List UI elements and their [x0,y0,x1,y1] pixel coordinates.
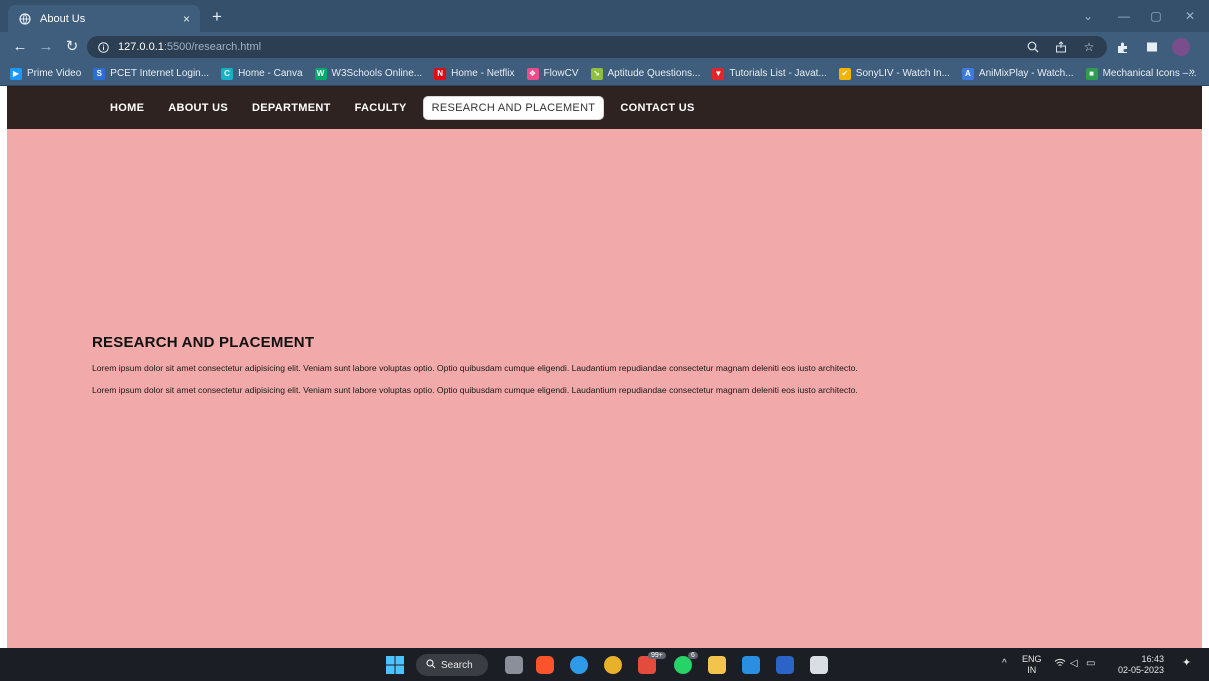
browser-tabstrip: About Us × + ⌄ — ▢ ✕ [0,0,1209,32]
page-title: RESEARCH AND PLACEMENT [92,334,315,351]
forward-icon[interactable]: → [36,37,56,57]
bookmark-item[interactable]: A AniMixPlay - Watch... [961,67,1074,80]
battery-icon[interactable]: ▭ [1086,658,1095,669]
nav-link-department[interactable]: DEPARTMENT [244,97,339,119]
whatsapp-badge: 6 [688,652,698,659]
close-tab-icon[interactable]: × [183,12,190,26]
vscode-icon[interactable] [742,656,760,674]
minimize-icon[interactable]: — [1112,6,1136,26]
bookmark-favicon-icon: ❖ [526,67,539,80]
nav-link-about-us[interactable]: ABOUT US [160,97,236,119]
screen: About Us × + ⌄ — ▢ ✕ ← → ↻ 127.0.0.1:550… [0,0,1209,681]
bookmark-favicon-icon: ↘ [590,67,603,80]
bookmark-label: Home - Netflix [451,68,515,79]
url-host: 127.0.0.1 [118,41,164,53]
new-tab-button[interactable]: + [207,7,227,27]
windows-start-icon[interactable] [386,656,404,674]
restore-icon[interactable]: ▢ [1144,6,1168,26]
bookmark-label: Mechanical Icons –... [1102,68,1197,79]
bookmark-label: AniMixPlay - Watch... [978,68,1074,79]
bookmark-label: Aptitude Questions... [607,68,701,79]
bookmark-item[interactable]: ❖ FlowCV [526,67,579,80]
back-icon[interactable]: ← [10,37,30,57]
mail-badge: 99+ [648,652,666,659]
lang-code: ENG [1022,654,1042,664]
profile-avatar[interactable] [1172,38,1190,56]
notification-bell-icon[interactable]: ✦ [1182,658,1191,669]
info-icon[interactable] [97,41,110,54]
bookmark-label: SonyLIV - Watch In... [855,68,950,79]
clock-date: 02-05-2023 [1117,665,1164,675]
taskbar: Search 99+ 6 ^ ENG IN ◁ ▭ 16:43 02-05-20… [0,648,1209,681]
paragraph: Lorem ipsum dolor sit amet consectetur a… [92,363,858,373]
file-explorer-icon[interactable] [708,656,726,674]
bookmark-favicon-icon: ▼ [712,67,725,80]
web-page: HOME ABOUT US DEPARTMENT FACULTY RESEARCH AN… [7,86,1202,648]
edge-browser-icon[interactable] [570,656,588,674]
search-label: Search [441,659,473,671]
bookmark-label: Home - Canva [238,68,303,79]
bookmark-label: Prime Video [27,68,82,79]
bookmark-label: FlowCV [543,68,579,79]
bookmark-label: W3Schools Online... [331,68,423,79]
bookmark-item[interactable]: C Home - Canva [221,67,303,80]
share-icon[interactable] [1053,39,1069,55]
bookmark-item[interactable]: ✔ SonyLIV - Watch In... [838,67,950,80]
bookmark-item[interactable]: N Home - Netflix [434,67,515,80]
nav-link-faculty[interactable]: FACULTY [347,97,415,119]
bookmark-favicon-icon: ✔ [838,67,851,80]
bookmark-item[interactable]: S PCET Internet Login... [93,67,210,80]
brave-browser-icon[interactable] [536,656,554,674]
tab-search-icon[interactable]: ⌄ [1076,6,1100,26]
bookmarks-overflow-icon[interactable]: » [1189,66,1195,78]
nav-link-contact-us[interactable]: CONTACT US [612,97,702,119]
clock[interactable]: 16:43 02-05-2023 [1106,654,1164,676]
language-indicator[interactable]: ENG IN [1022,654,1042,676]
site-navbar: HOME ABOUT US DEPARTMENT FACULTY RESEARCH AN… [7,86,1202,129]
clock-time: 16:43 [1141,654,1164,664]
word-icon[interactable] [776,656,794,674]
reload-icon[interactable]: ↻ [62,37,82,57]
bookmark-favicon-icon: N [434,67,447,80]
tray-chevron-icon[interactable]: ^ [1002,658,1007,669]
task-view-icon[interactable] [505,656,523,674]
nav-link-home[interactable]: HOME [102,97,152,119]
bookmark-favicon-icon: A [961,67,974,80]
zoom-icon[interactable] [1025,39,1041,55]
paragraph: Lorem ipsum dolor sit amet consectetur a… [92,385,858,395]
url-path: :5500/research.html [163,41,262,53]
bookmark-item[interactable]: W W3Schools Online... [314,67,423,80]
bookmark-item[interactable]: ↘ Aptitude Questions... [590,67,701,80]
bookmark-favicon-icon: ▶ [10,67,22,80]
bookmark-label: Tutorials List - Javat... [729,68,827,79]
bookmark-item[interactable]: ■ Mechanical Icons –... [1085,67,1197,80]
nav-link-research-and-placement[interactable]: RESEARCH AND PLACEMENT [422,95,605,120]
bookmark-favicon-icon: ■ [1085,67,1098,80]
search-icon [426,658,436,672]
browser-tab[interactable]: About Us × [8,5,200,32]
region-code: IN [1027,665,1037,675]
research-section: RESEARCH AND PLACEMENT Lorem ipsum dolor… [92,334,1172,406]
bookmark-favicon-icon: C [221,67,234,80]
side-panel-icon[interactable] [1142,37,1162,57]
bookmark-favicon-icon: S [93,67,106,80]
chrome-browser-icon[interactable] [604,656,622,674]
extensions-icon[interactable] [1112,37,1132,57]
bookmark-item[interactable]: ▼ Tutorials List - Javat... [712,67,827,80]
bookmark-star-icon[interactable]: ☆ [1081,39,1097,55]
bookmark-label: PCET Internet Login... [110,68,210,79]
taskbar-search[interactable]: Search [416,654,488,676]
menu-kebab-icon[interactable]: ⋮ [1200,37,1209,57]
browser-toolbar: ← → ↻ 127.0.0.1:5500/research.html ☆ [0,32,1209,62]
wifi-icon[interactable] [1054,658,1066,671]
bookmarks-bar: ▶ Prime Video S PCET Internet Login... C Home… [0,62,1209,86]
address-bar[interactable]: 127.0.0.1:5500/research.html ☆ [87,36,1107,58]
tab-title: About Us [40,12,86,25]
close-window-icon[interactable]: ✕ [1178,6,1202,26]
volume-icon[interactable]: ◁ [1070,658,1078,669]
bookmark-item[interactable]: ▶ Prime Video [10,67,82,80]
bookmark-favicon-icon: W [314,67,327,80]
globe-icon [18,12,32,26]
snipping-tool-icon[interactable] [810,656,828,674]
